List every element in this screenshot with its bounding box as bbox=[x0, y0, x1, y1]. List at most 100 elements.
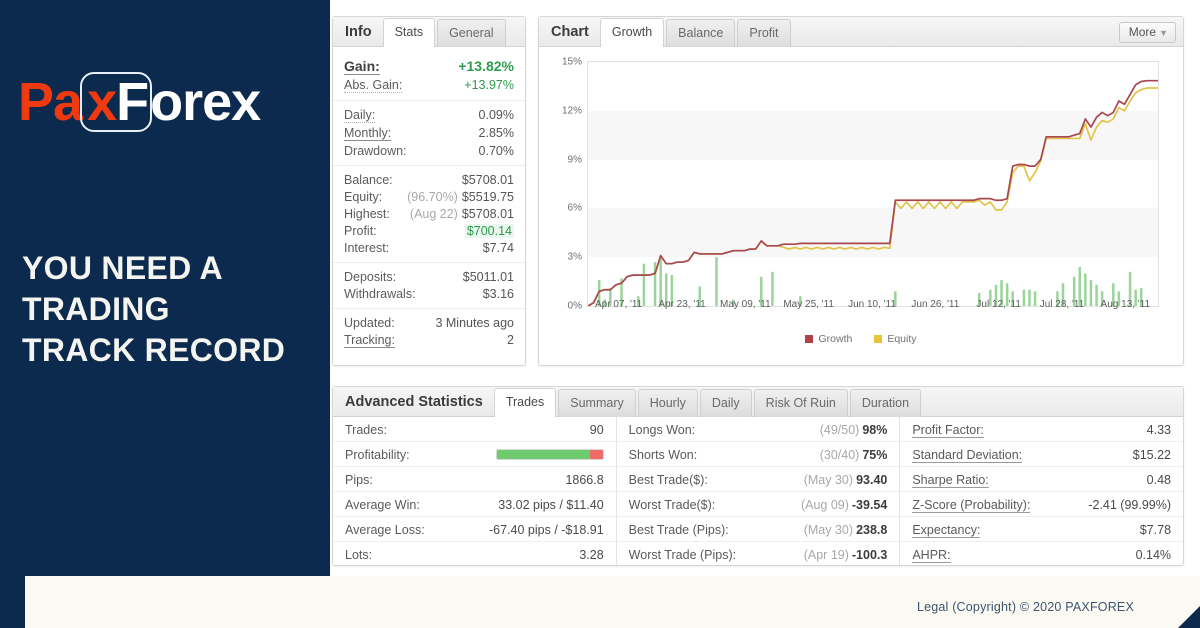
stat-value: (May 30) 93.40 bbox=[804, 473, 888, 487]
table-row: Worst Trade (Pips): (Apr 19) -100.3 bbox=[617, 542, 900, 567]
tab-summary[interactable]: Summary bbox=[558, 389, 636, 417]
tab-growth[interactable]: Growth bbox=[599, 18, 665, 47]
growth-chart[interactable]: 0% 3% 6% 9% 12% 15% Growth Equity Apr 07, '11 A… bbox=[539, 47, 1183, 365]
info-row-value: $7.74 bbox=[482, 240, 514, 255]
info-body: Gain: +13.82% Abs. Gain: +13.97% Daily: 0.09%… bbox=[333, 47, 525, 355]
tab-daily[interactable]: Daily bbox=[699, 389, 752, 417]
info-row-value: +13.97% bbox=[464, 77, 514, 92]
info-panel-title: Info bbox=[345, 24, 372, 40]
stat-value: $15.22 bbox=[1132, 447, 1172, 462]
tab-stats[interactable]: Stats bbox=[382, 18, 436, 47]
chart-panel-title: Chart bbox=[551, 24, 589, 40]
info-tabs: Stats General bbox=[382, 18, 507, 47]
stat-label: Trades: bbox=[345, 422, 387, 437]
info-row-value: (Aug 22) $5708.01 bbox=[409, 206, 514, 221]
table-row: Pips: 1866.8 bbox=[333, 467, 616, 492]
stat-label[interactable]: Profit Factor: bbox=[912, 423, 984, 438]
stat-value: 90 bbox=[589, 422, 604, 437]
stat-label[interactable]: Expectancy: bbox=[912, 523, 981, 538]
info-row-highest: Highest: (Aug 22) $5708.01 bbox=[333, 205, 525, 222]
table-row: AHPR: 0.14% bbox=[900, 542, 1183, 567]
stat-value: $7.78 bbox=[1139, 522, 1172, 537]
info-row-value: $3.16 bbox=[482, 286, 514, 301]
stat-value: -67.40 pips / -$18.91 bbox=[489, 522, 604, 537]
info-row-label[interactable]: Monthly: bbox=[344, 126, 392, 141]
table-row: Best Trade($): (May 30) 93.40 bbox=[616, 467, 900, 492]
headline-text: YOU NEED A TRADING TRACK RECORD bbox=[22, 248, 285, 371]
chart-volume-bar bbox=[1095, 284, 1098, 306]
paxforex-logo: PaxForex bbox=[18, 72, 261, 132]
legend-label: Equity bbox=[887, 333, 917, 345]
chart-x-tick-label: Apr 23, '11 bbox=[658, 299, 706, 310]
stat-value: 0.48 bbox=[1146, 472, 1172, 487]
info-row-value: 2.85% bbox=[478, 125, 514, 140]
chart-volume-bar bbox=[771, 271, 774, 306]
info-row-value: (96.70%) $5519.75 bbox=[407, 189, 514, 204]
chart-x-tick-label: Aug 13, '11 bbox=[1100, 299, 1151, 310]
stat-value-note: (30/40) bbox=[819, 447, 860, 462]
info-panel: Info Stats General Gain: +13.82% Abs. Gain:… bbox=[332, 16, 526, 366]
stat-value: (Apr 19) -100.3 bbox=[804, 548, 888, 562]
logo-text-f: F bbox=[116, 72, 149, 132]
stat-value: 4.33 bbox=[1146, 422, 1172, 437]
stat-label: Lots: bbox=[345, 547, 373, 562]
chart-x-tick-label: Jun 26, '11 bbox=[911, 299, 960, 310]
stat-label[interactable]: Z-Score (Probability): bbox=[912, 498, 1031, 513]
info-row-value: 2 bbox=[507, 332, 514, 347]
info-row-label: Abs. Gain: bbox=[344, 77, 403, 93]
table-row: Average Win: 33.02 pips / $11.40 bbox=[333, 492, 616, 517]
tab-trades[interactable]: Trades bbox=[493, 388, 557, 417]
stat-label[interactable]: AHPR: bbox=[912, 548, 951, 563]
stat-label: Shorts Won: bbox=[628, 447, 698, 462]
stat-value: (49/50) 98% bbox=[820, 423, 888, 437]
chart-line-equity bbox=[588, 87, 1158, 306]
legend-label: Growth bbox=[818, 333, 853, 345]
info-row-withdrawals: Withdrawals: $3.16 bbox=[333, 285, 525, 302]
table-row: Standard Deviation: $15.22 bbox=[900, 442, 1184, 467]
stats-body: Trades: 90 Profitability: Pips: 1866.8 Averag… bbox=[333, 417, 1184, 567]
stat-value: 0.14% bbox=[1135, 547, 1172, 562]
legend-item-growth[interactable]: Growth bbox=[805, 333, 852, 345]
headline-line-2: TRADING bbox=[22, 290, 170, 327]
table-row: Worst Trade($): (Aug 09) -39.54 bbox=[616, 492, 900, 517]
chart-y-tick-label: 12% bbox=[561, 105, 582, 117]
chart-tabbar: Chart Growth Balance Profit More ▼ bbox=[539, 17, 1183, 47]
info-group-4: Deposits: $5011.01 Withdrawals: $3.16 bbox=[333, 263, 525, 309]
advanced-statistics-panel: Advanced Statistics Trades Summary Hourly D… bbox=[332, 386, 1184, 567]
chart-x-tick-label: Jul 12, '11 bbox=[976, 299, 1021, 310]
chart-svg bbox=[588, 79, 1158, 306]
stat-label[interactable]: Standard Deviation: bbox=[912, 448, 1023, 463]
stat-label: Best Trade (Pips): bbox=[628, 522, 729, 537]
chart-x-tick-label: Jul 28, '11 bbox=[1039, 299, 1085, 310]
info-row-label[interactable]: Gain: bbox=[344, 58, 380, 75]
info-row-label: Profit: bbox=[344, 223, 377, 238]
info-row-subvalue: (Aug 22) bbox=[409, 206, 458, 221]
stat-value: -2.41 (99.99%) bbox=[1088, 497, 1172, 512]
stats-tabbar: Advanced Statistics Trades Summary Hourly D… bbox=[333, 387, 1183, 417]
info-row-daily: Daily: 0.09% bbox=[333, 106, 525, 124]
stats-panel-title: Advanced Statistics bbox=[345, 394, 483, 410]
info-row-value: 0.70% bbox=[478, 143, 514, 158]
stat-label[interactable]: Sharpe Ratio: bbox=[912, 473, 989, 488]
tab-general[interactable]: General bbox=[437, 19, 506, 47]
tab-balance[interactable]: Balance bbox=[666, 19, 736, 47]
stats-column-3: Profit Factor: 4.33 Standard Deviation: $15… bbox=[899, 417, 1184, 567]
info-row-label[interactable]: Tracking: bbox=[344, 333, 395, 348]
info-row-value: $5708.01 bbox=[461, 172, 514, 187]
tab-duration[interactable]: Duration bbox=[849, 389, 922, 417]
chart-y-tick-label: 9% bbox=[567, 154, 582, 166]
stat-value-main: 75% bbox=[862, 447, 888, 462]
tab-profit[interactable]: Profit bbox=[737, 19, 791, 47]
legend-item-equity[interactable]: Equity bbox=[874, 333, 917, 345]
stat-value-main: 238.8 bbox=[856, 522, 888, 537]
chart-volume-bar bbox=[1028, 289, 1031, 306]
chart-x-tick-label: May 25, '11 bbox=[783, 299, 834, 310]
more-button[interactable]: More ▼ bbox=[1118, 22, 1176, 43]
tab-hourly[interactable]: Hourly bbox=[637, 389, 698, 417]
stat-value-main: -39.54 bbox=[851, 497, 888, 512]
tab-risk-of-ruin[interactable]: Risk Of Ruin bbox=[753, 389, 848, 417]
stat-value-note: (49/50) bbox=[819, 422, 860, 437]
stat-value-note: (Apr 19) bbox=[803, 547, 849, 562]
chart-x-tick-label: Apr 07, '11 bbox=[595, 299, 643, 310]
info-row-label: Balance: bbox=[344, 172, 393, 187]
